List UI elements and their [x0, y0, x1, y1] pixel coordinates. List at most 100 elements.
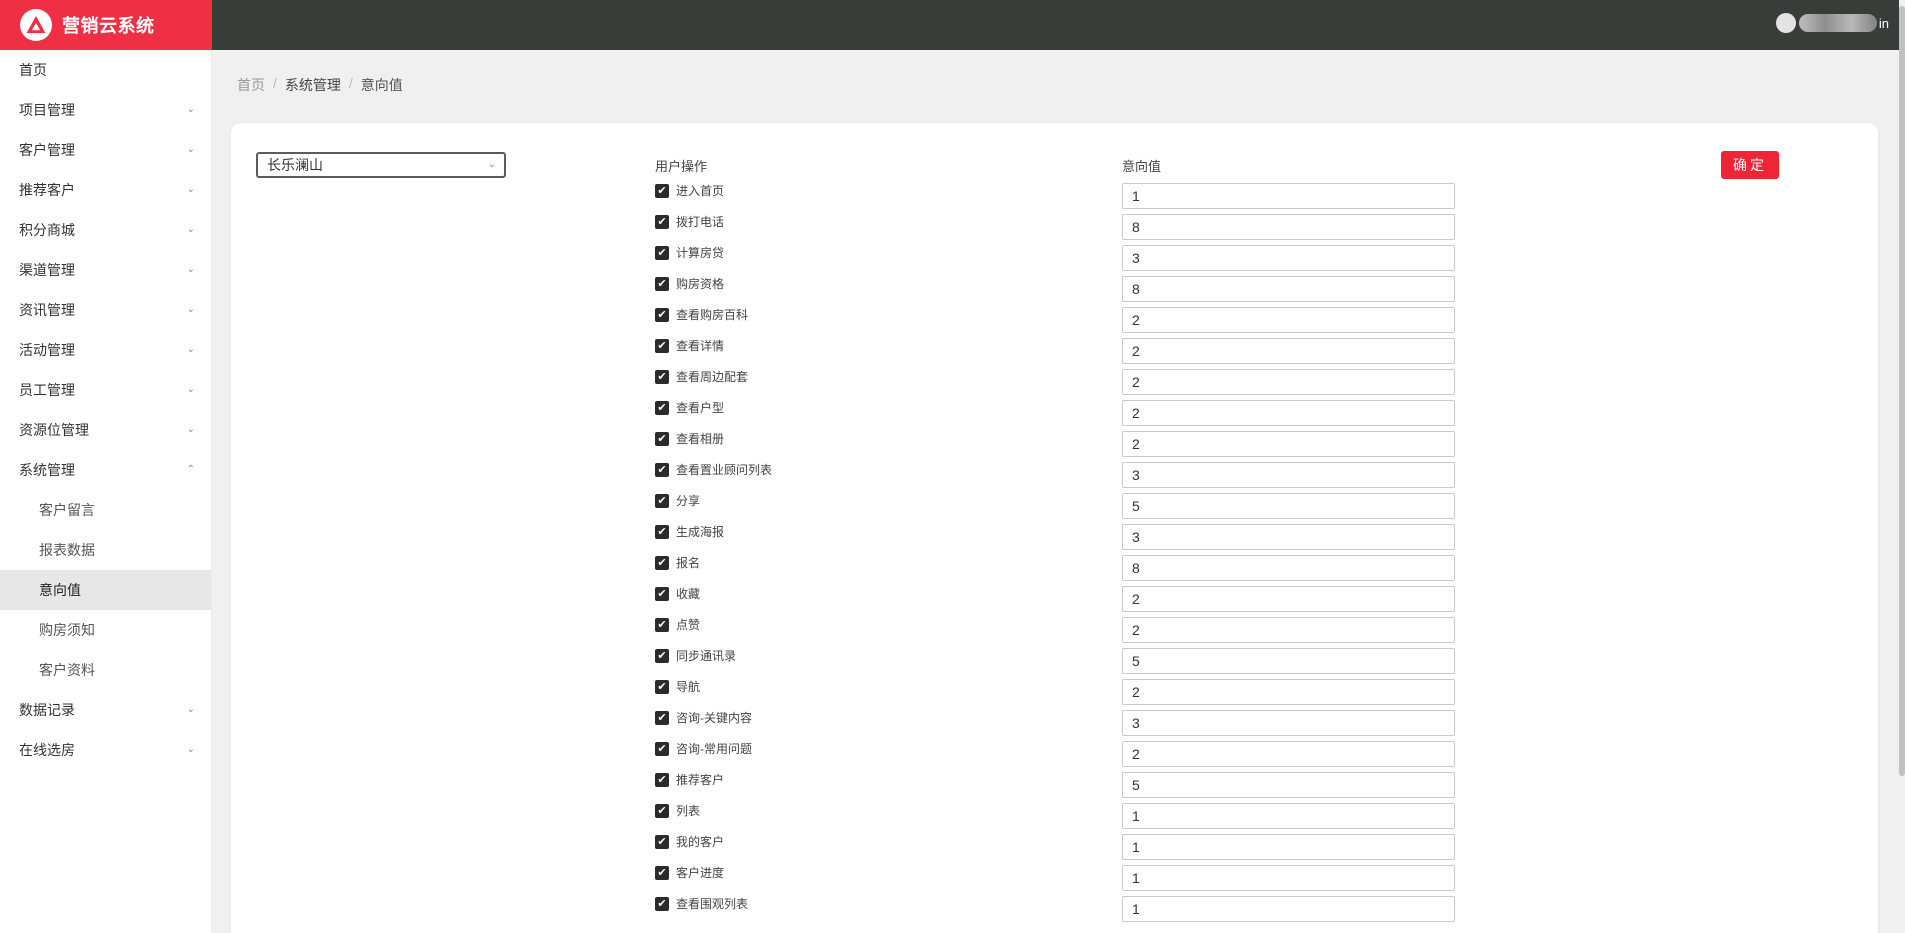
intent-value-input[interactable]: [1122, 648, 1455, 674]
intent-value-input[interactable]: [1122, 741, 1455, 767]
intent-value-input[interactable]: [1122, 803, 1455, 829]
user-avatar-icon: [1775, 13, 1796, 33]
intent-row: ✔ 推荐客户: [0, 766, 1905, 798]
checkbox-checked-icon[interactable]: ✔: [655, 525, 669, 539]
operation-label: 查看详情: [676, 339, 725, 353]
operation-label: 购房资格: [676, 277, 725, 291]
operation-label: 点赞: [676, 618, 701, 632]
checkbox-checked-icon[interactable]: ✔: [655, 897, 669, 911]
project-select[interactable]: 长乐澜山 ⌄: [256, 152, 506, 178]
intent-value-input[interactable]: [1122, 338, 1455, 364]
intent-value-input[interactable]: [1122, 679, 1455, 705]
breadcrumb: 首页 / 系统管理 / 意向值: [237, 75, 403, 95]
operation-label: 计算房贷: [676, 246, 725, 260]
confirm-button[interactable]: 确定: [1721, 151, 1779, 179]
intent-value-input[interactable]: [1122, 431, 1455, 457]
intent-row: ✔ 报名: [0, 549, 1905, 581]
user-menu[interactable]: in: [1775, 13, 1889, 33]
intent-value-input[interactable]: [1122, 307, 1455, 333]
intent-row: ✔ 收藏: [0, 580, 1905, 612]
scrollbar-thumb[interactable]: [1899, 6, 1905, 776]
operation-label: 咨询-关键内容: [676, 711, 752, 725]
sidebar-item-projects[interactable]: 项目管理 ⌄: [0, 90, 211, 130]
chevron-down-icon: ⌄: [186, 144, 195, 155]
intent-value-input[interactable]: [1122, 369, 1455, 395]
intent-row: ✔ 咨询-关键内容: [0, 704, 1905, 736]
project-select-value: 长乐澜山: [267, 157, 323, 173]
checkbox-checked-icon[interactable]: ✔: [655, 866, 669, 880]
checkbox-checked-icon[interactable]: ✔: [655, 246, 669, 260]
breadcrumb-separator: /: [273, 75, 277, 91]
checkbox-checked-icon[interactable]: ✔: [655, 277, 669, 291]
checkbox-checked-icon[interactable]: ✔: [655, 370, 669, 384]
checkbox-checked-icon[interactable]: ✔: [655, 215, 669, 229]
intent-row: ✔ 列表: [0, 797, 1905, 829]
intent-value-input[interactable]: [1122, 400, 1455, 426]
operation-label: 列表: [676, 804, 701, 818]
sidebar-item-customers[interactable]: 客户管理 ⌄: [0, 130, 211, 170]
intent-value-input[interactable]: [1122, 710, 1455, 736]
operation-label: 分享: [676, 494, 701, 508]
checkbox-checked-icon[interactable]: ✔: [655, 339, 669, 353]
checkbox-checked-icon[interactable]: ✔: [655, 835, 669, 849]
operation-label: 导航: [676, 680, 701, 694]
checkbox-checked-icon[interactable]: ✔: [655, 773, 669, 787]
checkbox-checked-icon[interactable]: ✔: [655, 184, 669, 198]
sidebar-item-label: 客户管理: [19, 142, 75, 158]
intent-value-input[interactable]: [1122, 245, 1455, 271]
checkbox-checked-icon[interactable]: ✔: [655, 556, 669, 570]
chevron-down-icon: ⌄: [487, 159, 496, 170]
sidebar-item-label: 首页: [19, 62, 47, 78]
operation-label: 同步通讯录: [676, 649, 737, 663]
operation-label: 生成海报: [676, 525, 725, 539]
checkbox-checked-icon[interactable]: ✔: [655, 432, 669, 446]
checkbox-checked-icon[interactable]: ✔: [655, 680, 669, 694]
intent-value-input[interactable]: [1122, 617, 1455, 643]
intent-value-input[interactable]: [1122, 276, 1455, 302]
checkbox-checked-icon[interactable]: ✔: [655, 463, 669, 477]
checkbox-checked-icon[interactable]: ✔: [655, 711, 669, 725]
intent-row: ✔ 同步通讯录: [0, 642, 1905, 674]
checkbox-checked-icon[interactable]: ✔: [655, 494, 669, 508]
checkbox-checked-icon[interactable]: ✔: [655, 742, 669, 756]
checkbox-checked-icon[interactable]: ✔: [655, 308, 669, 322]
breadcrumb-home[interactable]: 首页: [237, 75, 265, 95]
username: in: [1878, 15, 1889, 31]
intent-row: ✔ 查看周边配套: [0, 363, 1905, 395]
intent-value-input[interactable]: [1122, 524, 1455, 550]
page-scrollbar[interactable]: [1899, 0, 1905, 933]
intent-value-input[interactable]: [1122, 896, 1455, 922]
intent-value-input[interactable]: [1122, 214, 1455, 240]
intent-value-input[interactable]: [1122, 493, 1455, 519]
operation-label: 收藏: [676, 587, 701, 601]
checkbox-checked-icon[interactable]: ✔: [655, 587, 669, 601]
operation-label: 客户进度: [676, 866, 725, 880]
checkbox-checked-icon[interactable]: ✔: [655, 649, 669, 663]
intent-row: ✔ 导航: [0, 673, 1905, 705]
intent-value-input[interactable]: [1122, 772, 1455, 798]
intent-value-input[interactable]: [1122, 462, 1455, 488]
checkbox-checked-icon[interactable]: ✔: [655, 804, 669, 818]
operation-label: 拨打电话: [676, 215, 725, 229]
breadcrumb-section[interactable]: 系统管理: [285, 75, 341, 95]
intent-row: ✔ 计算房贷: [0, 239, 1905, 271]
intent-value-input[interactable]: [1122, 586, 1455, 612]
operation-label: 我的客户: [676, 835, 725, 849]
intent-row: ✔ 进入首页: [0, 177, 1905, 209]
sidebar-item-home[interactable]: 首页: [0, 50, 211, 90]
intent-row: ✔ 购房资格: [0, 270, 1905, 302]
operation-label: 报名: [676, 556, 701, 570]
intent-value-input[interactable]: [1122, 834, 1455, 860]
breadcrumb-separator: /: [348, 75, 353, 91]
checkbox-checked-icon[interactable]: ✔: [655, 401, 669, 415]
checkbox-checked-icon[interactable]: ✔: [655, 618, 669, 632]
intent-value-input[interactable]: [1122, 183, 1455, 209]
operation-label: 查看周边配套: [676, 370, 749, 384]
intent-row: ✔ 咨询-常用问题: [0, 735, 1905, 767]
app-logo[interactable]: 营销云系统: [0, 0, 212, 50]
intent-row: ✔ 查看置业顾问列表: [0, 456, 1905, 488]
intent-value-input[interactable]: [1122, 865, 1455, 891]
intent-value-input[interactable]: [1122, 555, 1455, 581]
chevron-down-icon: ⌄: [186, 104, 195, 115]
operation-label: 查看围观列表: [676, 897, 749, 911]
